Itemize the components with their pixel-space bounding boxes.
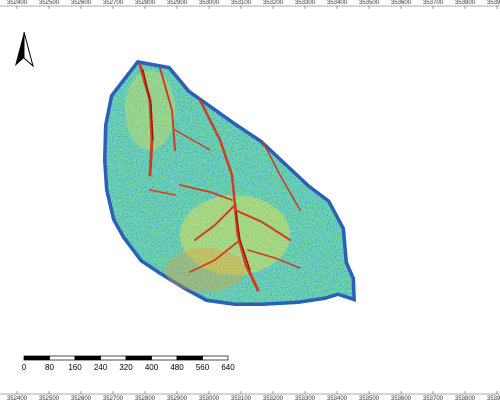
top-axis-label: 352500 [39, 0, 60, 6]
bottom-axis-label: 353900 [487, 396, 500, 400]
bottom-axis-label: 353400 [327, 396, 348, 400]
top-axis-label: 353400 [327, 0, 348, 6]
bottom-axis-label: 353500 [359, 396, 380, 400]
top-axis: 352400 352500 352600 352700 352800 352900 3530… [0, 0, 500, 9]
top-axis-label: 353800 [455, 0, 476, 6]
scale-bar-label: 400 [145, 363, 159, 372]
top-axis-label: 352600 [71, 0, 92, 6]
top-axis-label: 353600 [391, 0, 412, 6]
bottom-axis-label: 353100 [231, 396, 252, 400]
top-axis-label: 353500 [359, 0, 380, 6]
raster-map [103, 60, 356, 306]
scale-bar-segment [23, 355, 50, 361]
top-axis-label: 353000 [199, 0, 220, 6]
bottom-axis-label: 352500 [39, 396, 60, 400]
top-axis-label: 352800 [135, 0, 156, 6]
bottom-axis-label: 353300 [295, 396, 316, 400]
scale-bar-label: 320 [119, 363, 133, 372]
bottom-axis-label: 353800 [455, 396, 476, 400]
bottom-axis-label: 352400 [7, 396, 28, 400]
bottom-axis: 352400 352500 352600 352700 352800 352900 3530… [0, 391, 500, 400]
scale-bar-label: 480 [170, 363, 184, 372]
scale-bar-segment [49, 355, 76, 361]
bottom-axis-label: 353600 [391, 396, 412, 400]
bottom-axis-label: 352800 [135, 396, 156, 400]
top-axis-label: 353200 [263, 0, 284, 6]
scale-bar-segment [176, 355, 203, 361]
scale-bar-label: 0 [22, 363, 27, 372]
scale-bar-segment [202, 355, 229, 361]
top-axis-label: 352700 [103, 0, 124, 6]
top-axis-label: 352400 [7, 0, 28, 6]
scale-bar-segment [100, 355, 127, 361]
north-arrow-icon [15, 31, 34, 68]
scale-bar-label: 80 [45, 363, 54, 372]
scale-bar-segment [125, 355, 152, 361]
scale-bar-label: 240 [94, 363, 108, 372]
top-axis-label: 353300 [295, 0, 316, 6]
top-axis-ticks: 352400 352500 352600 352700 352800 352900 3530… [7, 0, 500, 9]
bottom-axis-ticks: 352400 352500 352600 352700 352800 352900 3530… [7, 391, 500, 400]
scale-bar-label: 640 [221, 363, 235, 372]
map-frame: 352400 352500 352600 352700 352800 352900 3530… [0, 0, 500, 400]
bottom-axis-label: 352700 [103, 396, 124, 400]
top-axis-label: 353700 [423, 0, 444, 6]
top-axis-label: 353900 [487, 0, 500, 6]
scale-bar-label: 160 [68, 363, 82, 372]
bottom-axis-label: 353000 [199, 396, 220, 400]
scale-bar-segment [74, 355, 101, 361]
bottom-axis-label: 353700 [423, 396, 444, 400]
bottom-axis-label: 352600 [71, 396, 92, 400]
bottom-axis-label: 352900 [167, 396, 188, 400]
scale-bar-segment [151, 355, 178, 361]
scale-bar: 0 80 160 240 320 400 480 560 640 [22, 355, 235, 372]
scale-bar-label: 560 [196, 363, 210, 372]
top-axis-label: 353100 [231, 0, 252, 6]
bottom-axis-label: 353200 [263, 396, 284, 400]
top-axis-label: 352900 [167, 0, 188, 6]
